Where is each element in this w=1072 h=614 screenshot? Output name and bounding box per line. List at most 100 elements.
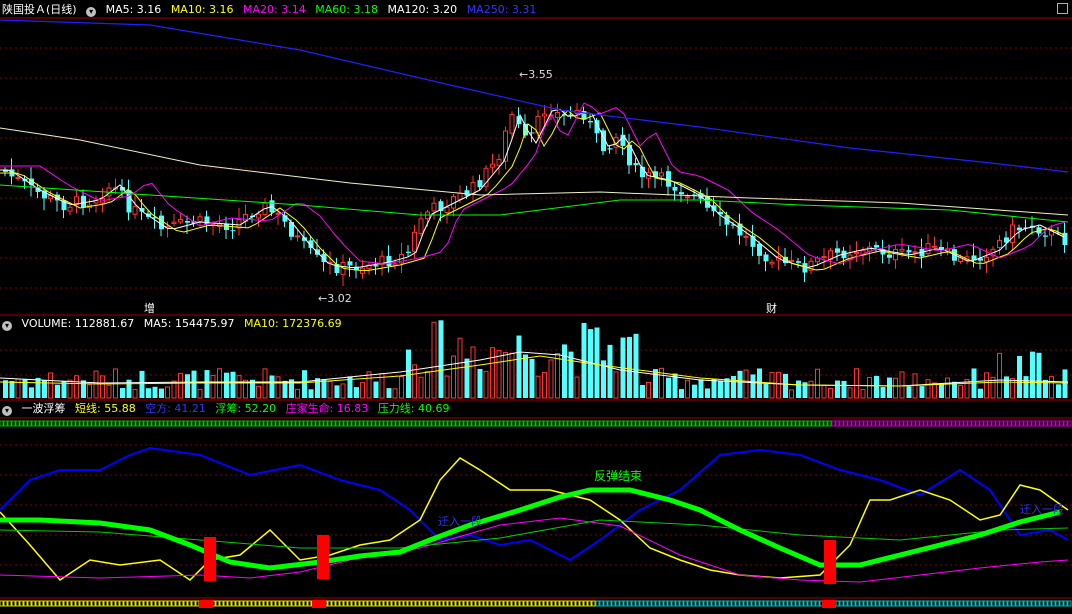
signal-strip-bottom — [111, 600, 116, 607]
signal-strip-bottom — [7, 600, 12, 607]
signal-strip-bottom — [11, 600, 16, 607]
signal-strip-top — [71, 420, 76, 427]
signal-strip-top — [735, 420, 740, 427]
signal-strip-bottom — [755, 600, 760, 607]
candle-body — [444, 206, 450, 213]
signal-strip-top — [147, 420, 152, 427]
volume-bar — [841, 380, 847, 398]
volume-bar — [847, 387, 853, 399]
signal-strip-top — [491, 420, 496, 427]
signal-strip-top — [127, 420, 132, 427]
signal-strip-bottom — [427, 600, 432, 607]
signal-strip-bottom — [63, 600, 68, 607]
signal-strip-top — [555, 420, 560, 427]
signal-strip-top — [39, 420, 44, 427]
signal-strip-bottom — [135, 600, 140, 607]
candle-body — [912, 251, 918, 254]
signal-strip-top — [715, 420, 720, 427]
signal-strip-bottom — [351, 600, 356, 607]
signal-strip-bottom — [467, 600, 472, 607]
signal-strip-top — [423, 420, 428, 427]
signal-strip-bottom — [0, 600, 4, 607]
candle-body — [1043, 235, 1048, 237]
signal-strip-top — [391, 420, 396, 427]
stock-title[interactable]: 陕国投Ａ(日线) — [2, 3, 77, 16]
signal-strip-bottom — [695, 600, 700, 607]
signal-strip-bottom — [215, 600, 220, 607]
volume-bar — [796, 380, 801, 398]
signal-strip-bottom — [455, 600, 460, 607]
volume-bar — [1030, 351, 1035, 398]
signal-strip-top — [983, 420, 988, 427]
signal-strip-bottom — [979, 600, 984, 607]
signal-strip-bottom — [759, 600, 764, 607]
signal-strip-top — [251, 420, 256, 427]
volume-bar — [269, 375, 275, 398]
candle-body — [3, 170, 8, 172]
volume-bar — [958, 384, 963, 399]
candle-body — [659, 172, 664, 177]
signal-strip-bottom — [51, 600, 56, 607]
signal-strip-top — [895, 420, 900, 427]
signal-strip-bottom — [175, 600, 180, 607]
candle-body — [666, 171, 671, 187]
signal-strip-bottom — [647, 600, 652, 607]
signal-strip-bottom — [595, 600, 600, 607]
dropdown-icon[interactable]: ▾ — [86, 7, 97, 17]
signal-strip-top — [323, 420, 328, 427]
signal-strip-bottom — [475, 600, 480, 607]
signal-strip-top — [1003, 420, 1008, 427]
signal-strip-top — [455, 420, 460, 427]
rebound-end-text: 反弹结束 — [594, 469, 643, 483]
volume-bar — [1036, 352, 1042, 398]
signal-strip-bottom — [743, 600, 748, 607]
volume-bar — [692, 384, 697, 398]
signal-strip-bottom — [671, 600, 676, 607]
candle-body — [835, 248, 840, 253]
signal-strip-bottom — [191, 600, 196, 607]
signal-strip-top — [399, 420, 404, 427]
signal-strip-bottom — [139, 600, 144, 607]
ma60-label: MA60: 3.18 — [315, 3, 378, 16]
dropdown-icon[interactable]: ▾ — [2, 321, 12, 331]
signal-strip-top — [215, 420, 220, 427]
volume-bar — [425, 371, 430, 399]
signal-strip-bottom — [283, 600, 288, 607]
signal-strip-top — [647, 420, 652, 427]
signal-strip-bottom — [171, 600, 176, 607]
dropdown-icon[interactable]: ▾ — [2, 406, 12, 416]
signal-strip-top — [927, 420, 932, 427]
signal-strip-top — [431, 420, 436, 427]
signal-strip-top — [1047, 420, 1052, 427]
signal-strip-bottom — [963, 600, 968, 607]
signal-strip-bottom — [983, 600, 988, 607]
signal-strip-bottom — [491, 600, 496, 607]
volume-bar — [295, 388, 300, 399]
signal-strip-top — [563, 420, 568, 427]
signal-strip-bottom — [47, 600, 52, 607]
signal-strip-top — [227, 420, 232, 427]
candle-body — [679, 192, 684, 195]
float-line — [0, 487, 1061, 571]
signal-strip-bottom — [227, 600, 232, 607]
candle-body — [633, 163, 639, 166]
volume-bar — [256, 385, 261, 399]
maximize-icon[interactable] — [1057, 3, 1068, 14]
signal-strip-top — [579, 420, 584, 427]
candle-body — [1010, 224, 1015, 243]
signal-strip-top — [987, 420, 992, 427]
volume-bar — [555, 353, 560, 399]
volume-bar — [340, 383, 346, 399]
volume-bar — [470, 346, 476, 399]
volume-bar — [854, 368, 859, 399]
signal-strip-bottom — [435, 600, 440, 607]
signal-strip-top — [191, 420, 196, 427]
marker-zeng[interactable]: 增 — [144, 300, 155, 316]
signal-strip-bottom — [959, 600, 964, 607]
candle-body — [496, 158, 502, 166]
marker-cai[interactable]: 财 — [766, 300, 777, 316]
signal-strip-bottom — [955, 600, 960, 607]
signal-strip-bottom — [779, 600, 784, 607]
volume-bar — [197, 388, 203, 399]
signal-strip-bottom — [607, 600, 612, 607]
